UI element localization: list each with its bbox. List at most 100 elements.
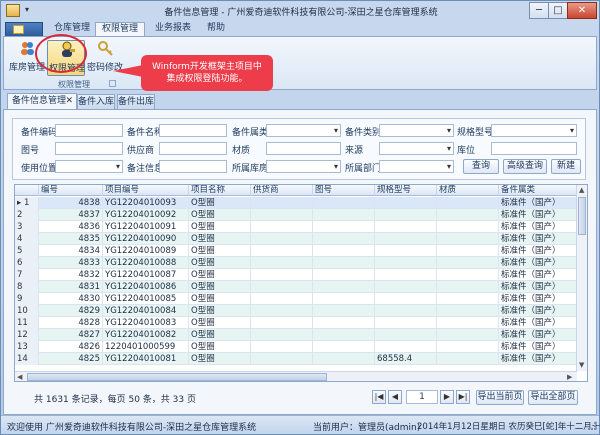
supplier-cell[interactable] bbox=[251, 329, 313, 341]
export-all-pages-button[interactable]: 导出全部页 bbox=[528, 390, 578, 405]
id-cell[interactable]: 4830 bbox=[39, 293, 103, 305]
supplier-cell[interactable] bbox=[251, 317, 313, 329]
maximize-button[interactable]: □ bbox=[548, 2, 568, 19]
project-name-cell[interactable]: O型圈 bbox=[189, 233, 251, 245]
spec-cell[interactable] bbox=[375, 269, 437, 281]
project-name-cell[interactable]: O型圈 bbox=[189, 209, 251, 221]
project-no-cell[interactable]: YG12204010088 bbox=[103, 257, 189, 269]
spec-cell[interactable] bbox=[375, 257, 437, 269]
tab-help[interactable]: 帮助 bbox=[199, 22, 233, 36]
spec-cell[interactable] bbox=[375, 317, 437, 329]
spec-cell[interactable] bbox=[375, 197, 437, 209]
material-input[interactable] bbox=[266, 142, 341, 155]
minimize-button[interactable]: ─ bbox=[529, 2, 549, 19]
project-name-cell[interactable]: O型圈 bbox=[189, 293, 251, 305]
id-cell[interactable]: 4837 bbox=[39, 209, 103, 221]
table-row[interactable]: 11 4828 YG12204010083 O型圈 标准件（国产） bbox=[15, 317, 577, 329]
supplier-cell[interactable] bbox=[251, 233, 313, 245]
table-row[interactable]: 6 4833 YG12204010088 O型圈 标准件（国产） bbox=[15, 257, 577, 269]
project-no-cell[interactable]: 1220401000599 bbox=[103, 341, 189, 353]
id-cell[interactable]: 4828 bbox=[39, 317, 103, 329]
scroll-up-icon[interactable]: ▲ bbox=[579, 186, 584, 194]
supplier-cell[interactable] bbox=[251, 209, 313, 221]
drawing-cell[interactable] bbox=[313, 305, 375, 317]
table-row[interactable]: 4 4835 YG12204010090 O型圈 标准件（国产） bbox=[15, 233, 577, 245]
category-cell[interactable]: 标准件（国产） bbox=[499, 233, 577, 245]
drawing-cell[interactable] bbox=[313, 293, 375, 305]
tab-permission[interactable]: 权限管理 bbox=[95, 22, 145, 36]
row-number-cell[interactable]: 2 bbox=[15, 209, 39, 221]
id-cell[interactable]: 4831 bbox=[39, 281, 103, 293]
drawing-cell[interactable] bbox=[313, 353, 375, 365]
project-name-cell[interactable]: O型圈 bbox=[189, 221, 251, 233]
project-name-cell[interactable]: O型圈 bbox=[189, 353, 251, 365]
first-page-button[interactable]: |◀ bbox=[372, 390, 386, 404]
tab-reports[interactable]: 业务报表 bbox=[147, 22, 199, 36]
part-class-select[interactable] bbox=[266, 124, 341, 137]
category-cell[interactable]: 标准件（国产） bbox=[499, 305, 577, 317]
row-number-cell[interactable]: ▸ 1 bbox=[15, 197, 39, 209]
new-button[interactable]: 新建 bbox=[551, 159, 581, 174]
project-name-cell[interactable]: O型圈 bbox=[189, 245, 251, 257]
id-cell[interactable]: 4834 bbox=[39, 245, 103, 257]
spec-cell[interactable] bbox=[375, 341, 437, 353]
id-cell[interactable]: 4835 bbox=[39, 233, 103, 245]
advanced-query-button[interactable]: 高级查询 bbox=[503, 159, 547, 174]
spec-cell[interactable] bbox=[375, 305, 437, 317]
drawing-cell[interactable] bbox=[313, 329, 375, 341]
material-cell[interactable] bbox=[437, 329, 499, 341]
col-spec[interactable]: 规格型号 bbox=[375, 185, 437, 196]
supplier-cell[interactable] bbox=[251, 353, 313, 365]
col-supplier[interactable]: 供货商 bbox=[251, 185, 313, 196]
material-cell[interactable] bbox=[437, 317, 499, 329]
source-select[interactable] bbox=[379, 142, 454, 155]
project-name-cell[interactable]: O型圈 bbox=[189, 305, 251, 317]
project-name-cell[interactable]: O型圈 bbox=[189, 329, 251, 341]
location-input[interactable] bbox=[491, 142, 577, 155]
project-no-cell[interactable]: YG12204010090 bbox=[103, 233, 189, 245]
project-no-cell[interactable]: YG12204010085 bbox=[103, 293, 189, 305]
table-row[interactable]: 12 4827 YG12204010082 O型圈 标准件（国产） bbox=[15, 329, 577, 341]
supplier-input[interactable] bbox=[159, 142, 227, 155]
material-cell[interactable] bbox=[437, 209, 499, 221]
col-project-name[interactable]: 项目名称 bbox=[189, 185, 251, 196]
project-no-cell[interactable]: YG12204010081 bbox=[103, 353, 189, 365]
page-number-input[interactable]: 1 bbox=[406, 390, 438, 404]
category-cell[interactable]: 标准件（国产） bbox=[499, 329, 577, 341]
spec-cell[interactable] bbox=[375, 245, 437, 257]
table-row[interactable]: 8 4831 YG12204010086 O型圈 标准件（国产） bbox=[15, 281, 577, 293]
row-number-cell[interactable]: 6 bbox=[15, 257, 39, 269]
supplier-cell[interactable] bbox=[251, 197, 313, 209]
row-number-cell[interactable]: 11 bbox=[15, 317, 39, 329]
category-cell[interactable]: 标准件（国产） bbox=[499, 269, 577, 281]
drawing-cell[interactable] bbox=[313, 341, 375, 353]
supplier-cell[interactable] bbox=[251, 341, 313, 353]
drawing-no-input[interactable] bbox=[55, 142, 123, 155]
close-tab-icon[interactable]: ✕ bbox=[65, 94, 73, 108]
supplier-cell[interactable] bbox=[251, 269, 313, 281]
category-cell[interactable]: 标准件（国产） bbox=[499, 281, 577, 293]
project-no-cell[interactable]: YG12204010082 bbox=[103, 329, 189, 341]
spec-cell[interactable] bbox=[375, 221, 437, 233]
project-no-cell[interactable]: YG12204010084 bbox=[103, 305, 189, 317]
material-cell[interactable] bbox=[437, 353, 499, 365]
drawing-cell[interactable] bbox=[313, 269, 375, 281]
vertical-scrollbar[interactable]: ▲ ▼ bbox=[576, 185, 587, 371]
col-material[interactable]: 材质 bbox=[437, 185, 499, 196]
doc-tab-outbound[interactable]: 备件出库 bbox=[117, 94, 155, 110]
group-launcher-icon[interactable] bbox=[109, 80, 116, 87]
material-cell[interactable] bbox=[437, 305, 499, 317]
doc-tab-inbound[interactable]: 备件入库 bbox=[77, 94, 115, 110]
vertical-scroll-thumb[interactable] bbox=[578, 197, 586, 235]
row-number-cell[interactable]: 7 bbox=[15, 269, 39, 281]
material-cell[interactable] bbox=[437, 197, 499, 209]
row-number-cell[interactable]: 10 bbox=[15, 305, 39, 317]
id-cell[interactable]: 4833 bbox=[39, 257, 103, 269]
supplier-cell[interactable] bbox=[251, 281, 313, 293]
drawing-cell[interactable] bbox=[313, 257, 375, 269]
id-cell[interactable]: 4829 bbox=[39, 305, 103, 317]
prev-page-button[interactable]: ◀ bbox=[388, 390, 402, 404]
project-no-cell[interactable]: YG12204010083 bbox=[103, 317, 189, 329]
last-page-button[interactable]: ▶| bbox=[456, 390, 470, 404]
col-category[interactable]: 备件属类 bbox=[499, 185, 577, 196]
